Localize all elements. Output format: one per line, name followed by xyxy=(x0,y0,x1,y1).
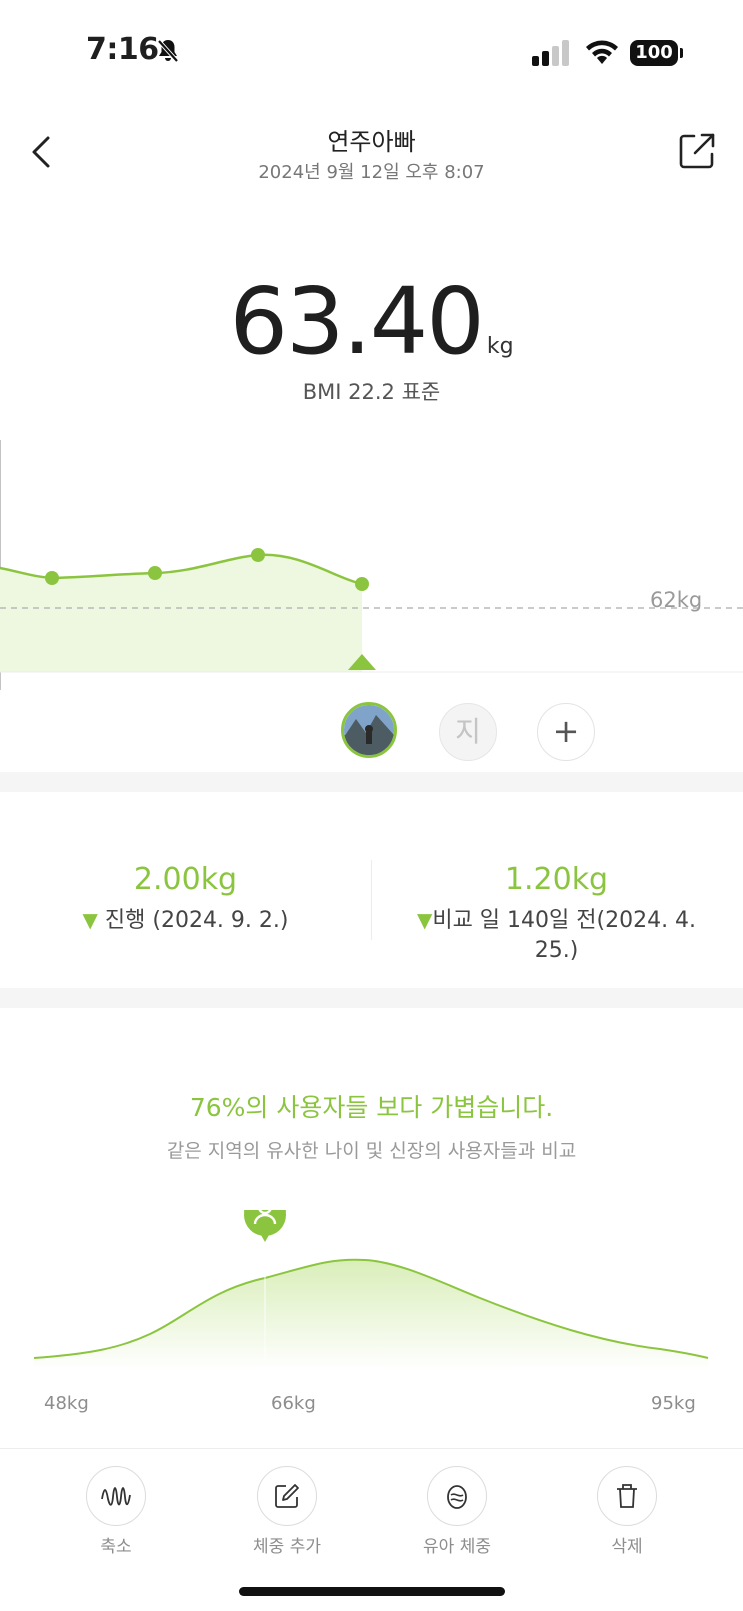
distribution-max-label: 95kg xyxy=(651,1393,696,1414)
battery-tip xyxy=(680,48,683,58)
share-icon[interactable] xyxy=(676,130,718,172)
user-avatar-other[interactable]: 지 xyxy=(439,703,497,761)
user-location-pin-icon xyxy=(244,1210,286,1242)
weight-trend-chart[interactable] xyxy=(0,440,743,690)
waveform-icon xyxy=(101,1487,131,1506)
weight-display: 63.40 kg xyxy=(0,268,743,375)
measurement-datetime: 2024년 9월 12일 오후 8:07 xyxy=(258,162,485,183)
weight-value: 63.40 xyxy=(229,268,484,375)
trend-point[interactable] xyxy=(45,571,59,585)
distribution-user-label: 66kg xyxy=(271,1393,316,1414)
goal-weight-label: 62kg xyxy=(650,588,703,612)
shrink-button[interactable] xyxy=(86,1466,146,1526)
delete-label: 삭제 xyxy=(611,1537,643,1557)
home-indicator xyxy=(239,1587,505,1596)
past-comparison: 1.20kg ▼비교 일 140일 전(2024. 4. 25.) xyxy=(371,862,742,966)
progress-value: 2.00kg xyxy=(133,862,238,897)
battery-indicator: 100 xyxy=(630,40,678,66)
bell-muted-icon xyxy=(157,39,179,63)
down-triangle-icon: ▼ xyxy=(416,908,433,932)
weight-distribution-chart xyxy=(33,1210,709,1370)
cellular-signal-icon xyxy=(532,40,569,66)
progress-label-row: ▼ 진행 (2024. 9. 2.) xyxy=(0,905,371,936)
user-avatar-selected[interactable] xyxy=(341,702,397,758)
progress-label: 진행 (2024. 9. 2.) xyxy=(104,908,289,933)
percentile-subtitle: 같은 지역의 유사한 나이 및 신장의 사용자들과 비교 xyxy=(166,1140,577,1162)
status-time: 7:16 xyxy=(86,32,159,67)
weight-unit: kg xyxy=(486,334,514,359)
delete-button[interactable] xyxy=(597,1466,657,1526)
page-title: 연주아빠 xyxy=(327,128,416,156)
past-value: 1.20kg xyxy=(504,862,609,897)
section-gap xyxy=(0,988,743,1008)
trend-point[interactable] xyxy=(355,577,369,591)
add-user-button[interactable]: + xyxy=(537,703,595,761)
percentile-headline: 76%의 사용자들 보다 가볍습니다. xyxy=(189,1093,554,1122)
avatar-photo xyxy=(344,705,394,755)
trash-icon xyxy=(617,1484,637,1508)
past-label-row: ▼비교 일 140일 전(2024. 4. 25.) xyxy=(371,905,742,966)
section-gap xyxy=(0,772,743,792)
past-label: 비교 일 140일 전(2024. 4. 25.) xyxy=(432,908,697,963)
distribution-min-label: 48kg xyxy=(44,1393,89,1414)
trend-point[interactable] xyxy=(251,548,265,562)
toolbar-divider xyxy=(0,1448,743,1449)
progress-comparison: 2.00kg ▼ 진행 (2024. 9. 2.) xyxy=(0,862,371,936)
add-weight-label: 체중 추가 xyxy=(253,1537,321,1557)
baby-weight-label: 유아 체중 xyxy=(423,1537,491,1557)
distribution-area xyxy=(34,1259,708,1370)
bmi-label: BMI 22.2 표준 xyxy=(302,380,441,404)
shrink-label: 축소 xyxy=(100,1537,132,1557)
edit-icon xyxy=(275,1484,299,1508)
baby-weight-button[interactable] xyxy=(427,1466,487,1526)
baby-icon xyxy=(447,1485,467,1509)
down-triangle-icon: ▼ xyxy=(82,908,98,932)
add-weight-button[interactable] xyxy=(257,1466,317,1526)
trend-point[interactable] xyxy=(148,566,162,580)
wifi-icon xyxy=(586,40,618,64)
